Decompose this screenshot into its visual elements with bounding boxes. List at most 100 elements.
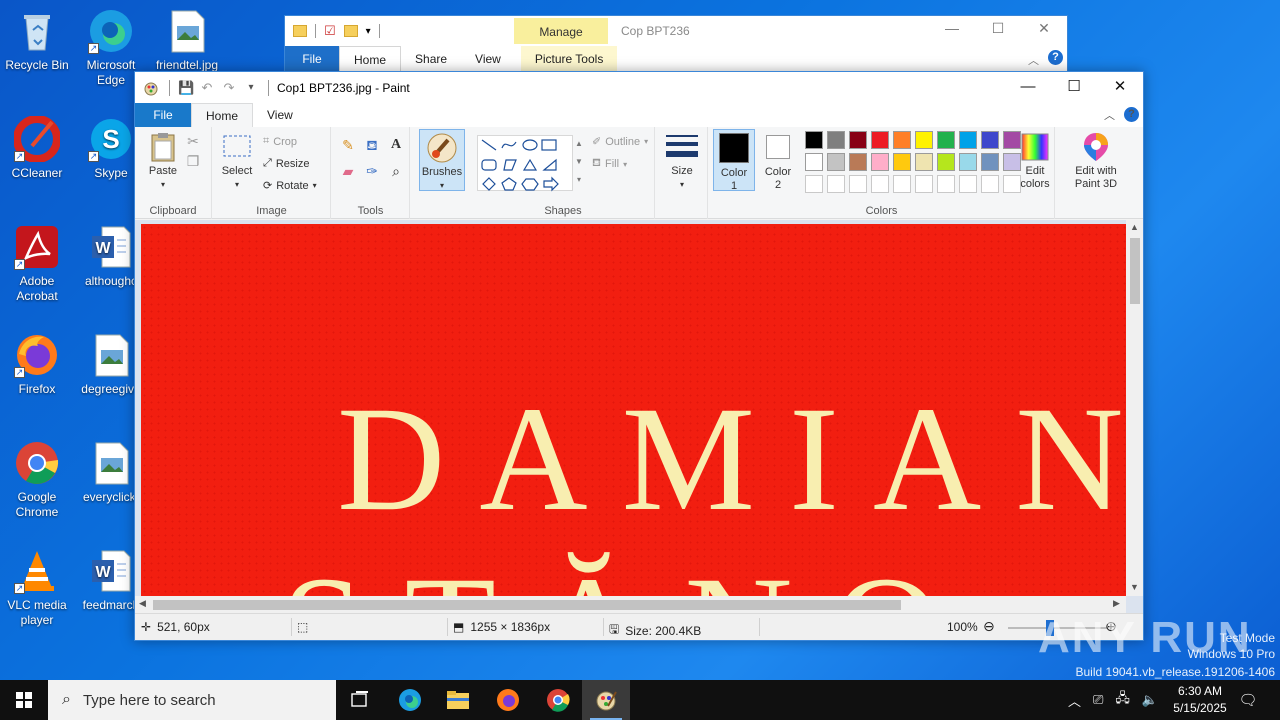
close-button[interactable]: ✕: [1097, 72, 1143, 102]
minimize-button[interactable]: —: [929, 20, 975, 36]
paste-button[interactable]: Paste ▾: [143, 131, 183, 191]
desktop-icon-vlc[interactable]: ↗ VLC media player: [0, 548, 74, 628]
palette-color-swatch[interactable]: [981, 153, 999, 171]
taskbar-chrome[interactable]: [534, 680, 582, 720]
desktop-icon-friendtel[interactable]: friendtel.jpg: [150, 8, 224, 73]
help-icon[interactable]: ?: [1124, 107, 1139, 122]
paint-window[interactable]: 💾 ↶ ↷ ▾ Cop1 BPT236.jpg - Paint — ☐ ✕ Fi…: [134, 71, 1144, 641]
custom-color-slot[interactable]: [827, 175, 845, 193]
taskbar-edge[interactable]: [386, 680, 434, 720]
custom-color-slot[interactable]: [959, 175, 977, 193]
text-icon[interactable]: A: [386, 135, 406, 155]
palette-color-swatch[interactable]: [893, 131, 911, 149]
custom-color-slot[interactable]: [805, 175, 823, 193]
tab-view[interactable]: View: [253, 103, 307, 127]
palette-color-swatch[interactable]: [805, 131, 823, 149]
palette-color-swatch[interactable]: [937, 153, 955, 171]
task-view-button[interactable]: [336, 680, 384, 720]
color-picker-icon[interactable]: ✑: [362, 161, 382, 181]
palette-color-swatch[interactable]: [893, 153, 911, 171]
color2-button[interactable]: Color 2: [759, 129, 797, 192]
image-canvas[interactable]: DAMIAN STĂNO: [141, 224, 1126, 596]
edit-with-paint3d-button[interactable]: Edit with Paint 3D: [1064, 131, 1128, 191]
tab-file[interactable]: File: [135, 103, 191, 127]
eraser-icon[interactable]: ▰: [338, 161, 358, 181]
pencil-icon[interactable]: ✎: [338, 135, 358, 155]
ribbon-collapse-icon[interactable]: ︿: [1028, 52, 1039, 68]
scroll-up-icon[interactable]: ▲: [1126, 222, 1143, 232]
palette-color-swatch[interactable]: [805, 153, 823, 171]
volume-icon[interactable]: 🔈: [1142, 692, 1158, 708]
explorer-window[interactable]: ☑ ▾ Manage Cop BPT236 — ☐ ✕ File Home Sh…: [284, 15, 1068, 76]
tab-home[interactable]: Home: [191, 103, 254, 127]
network-icon[interactable]: 🖧: [1115, 689, 1130, 711]
palette-color-swatch[interactable]: [937, 131, 955, 149]
help-icon[interactable]: ?: [1048, 50, 1063, 65]
customize-qat-icon[interactable]: ▾: [366, 26, 371, 37]
scroll-down-icon[interactable]: ▼: [1126, 582, 1143, 592]
paint-titlebar[interactable]: 💾 ↶ ↷ ▾ Cop1 BPT236.jpg - Paint — ☐ ✕: [135, 72, 1143, 103]
palette-color-swatch[interactable]: [827, 153, 845, 171]
custom-color-slot[interactable]: [893, 175, 911, 193]
brushes-button[interactable]: Brushes ▾: [419, 129, 465, 191]
palette-color-swatch[interactable]: [849, 131, 867, 149]
custom-color-slot[interactable]: [849, 175, 867, 193]
palette-color-swatch[interactable]: [871, 153, 889, 171]
taskbar-clock[interactable]: 6:30 AM 5/15/2025: [1160, 683, 1240, 717]
customize-qat-icon[interactable]: ▾: [244, 81, 258, 95]
redo-icon[interactable]: ↷: [222, 80, 236, 95]
shapes-scroll-icon[interactable]: ▲ ▼ ▾: [574, 135, 584, 191]
palette-color-swatch[interactable]: [915, 153, 933, 171]
vertical-scroll-thumb[interactable]: [1130, 238, 1140, 304]
copy-icon[interactable]: ❐: [183, 151, 203, 171]
select-button[interactable]: Select ▾: [217, 131, 257, 191]
scroll-left-icon[interactable]: ◀: [139, 598, 146, 609]
properties-icon[interactable]: ☑: [324, 23, 336, 39]
desktop-icon-recycle-bin[interactable]: Recycle Bin: [0, 8, 74, 73]
taskbar-paint[interactable]: [582, 680, 630, 720]
crop-button[interactable]: ⌗ Crop: [263, 135, 297, 148]
color1-button[interactable]: Color 1: [713, 129, 755, 192]
custom-color-slot[interactable]: [915, 175, 933, 193]
desktop-icon-firefox[interactable]: ↗ Firefox: [0, 332, 74, 397]
ribbon-collapse-icon[interactable]: ︿: [1104, 107, 1115, 123]
shapes-gallery[interactable]: [477, 135, 573, 192]
magnifier-icon[interactable]: ⌕: [386, 161, 406, 181]
zoom-out-icon[interactable]: ⊖: [983, 618, 995, 635]
palette-color-swatch[interactable]: [871, 131, 889, 149]
taskbar-file-explorer[interactable]: [434, 680, 482, 720]
show-hidden-icons-icon[interactable]: ︿: [1068, 691, 1081, 710]
save-icon[interactable]: 💾: [178, 80, 194, 95]
fill-bucket-icon[interactable]: ⛾: [362, 135, 382, 155]
maximize-button[interactable]: ☐: [975, 20, 1021, 37]
custom-color-slot[interactable]: [937, 175, 955, 193]
custom-color-slot[interactable]: [981, 175, 999, 193]
rotate-button[interactable]: ⟳ Rotate ▾: [263, 179, 317, 193]
fill-button[interactable]: ⛾ Fill ▾: [592, 157, 627, 171]
edit-colors-button[interactable]: Edit colors: [1017, 131, 1053, 191]
manage-context-tab[interactable]: Manage: [514, 18, 608, 44]
horizontal-scroll-thumb[interactable]: [153, 600, 901, 610]
resize-button[interactable]: ⤢ Resize: [263, 157, 309, 170]
notifications-button[interactable]: 🗨: [1236, 680, 1260, 720]
vertical-scrollbar[interactable]: ▲ ▼: [1126, 220, 1143, 596]
palette-color-swatch[interactable]: [827, 131, 845, 149]
desktop-icon-ccleaner[interactable]: ↗ CCleaner: [0, 115, 74, 181]
device-icon[interactable]: ⎚: [1093, 692, 1103, 708]
close-button[interactable]: ✕: [1021, 20, 1067, 37]
palette-color-swatch[interactable]: [959, 153, 977, 171]
horizontal-scrollbar[interactable]: ◀ ▶: [135, 596, 1126, 613]
desktop-icon-chrome[interactable]: Google Chrome: [0, 440, 74, 520]
taskbar-firefox[interactable]: [484, 680, 532, 720]
size-button[interactable]: Size ▾: [662, 131, 702, 191]
taskbar-search-box[interactable]: ⌕ Type here to search: [48, 680, 336, 720]
cut-icon[interactable]: ✂: [183, 131, 203, 151]
scroll-right-icon[interactable]: ▶: [1113, 598, 1120, 609]
custom-color-slot[interactable]: [871, 175, 889, 193]
palette-color-swatch[interactable]: [959, 131, 977, 149]
palette-color-swatch[interactable]: [849, 153, 867, 171]
outline-button[interactable]: ✐ Outline ▾: [592, 135, 648, 149]
start-button[interactable]: [0, 680, 48, 720]
palette-color-swatch[interactable]: [981, 131, 999, 149]
new-folder-icon[interactable]: [343, 25, 358, 37]
